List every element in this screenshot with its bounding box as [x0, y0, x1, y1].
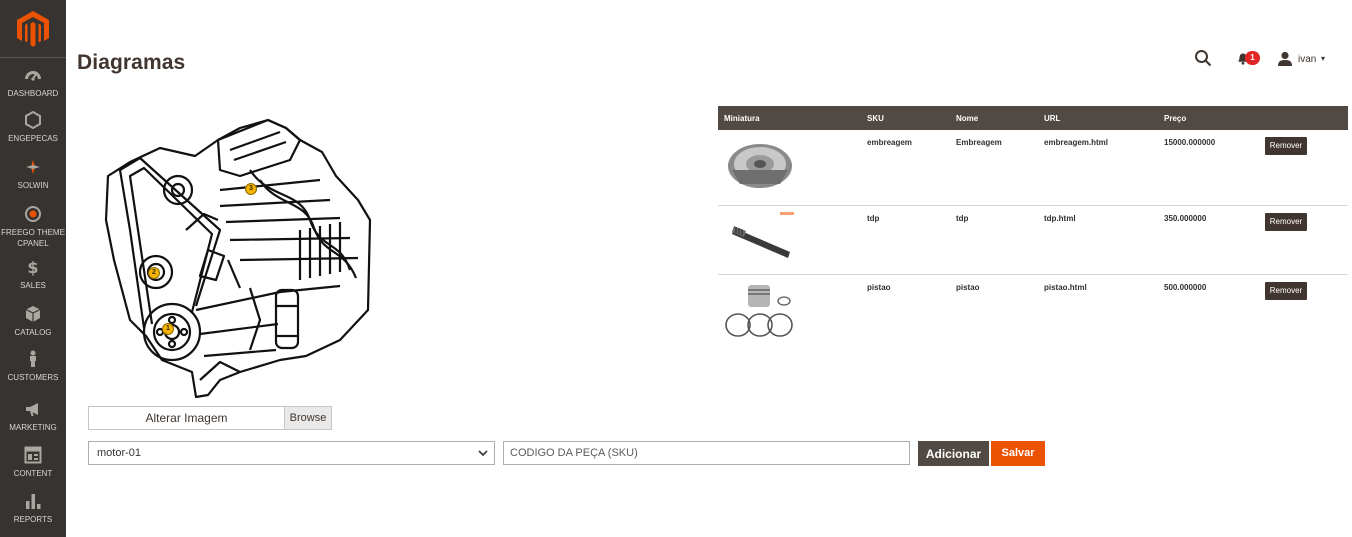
- notification-count-badge: 1: [1245, 51, 1260, 65]
- table-header: Miniatura SKU Nome URL Preço: [718, 106, 1348, 130]
- sidebar-divider: [0, 57, 66, 58]
- sidebar-item-reports[interactable]: REPORTS: [0, 492, 66, 525]
- sidebar-item-label: REPORTS: [13, 515, 53, 524]
- image-file-input[interactable]: Alterar Imagem Browse: [88, 406, 332, 430]
- row-name: tdp: [956, 214, 969, 223]
- table-row: embreagem Embreagem embreagem.html 15000…: [718, 130, 1348, 206]
- column-header-sku: SKU: [867, 114, 884, 123]
- caret-down-icon: ▾: [1321, 54, 1326, 63]
- row-price: 15000.000000: [1164, 138, 1216, 147]
- solwin-icon: [0, 158, 66, 176]
- sidebar-item-marketing[interactable]: MARKETING: [0, 400, 66, 433]
- user-name: ivan: [1298, 54, 1317, 65]
- row-url: embreagem.html: [1044, 138, 1109, 147]
- table-row: pistao pistao pistao.html 500.000000 Rem…: [718, 275, 1348, 351]
- diagram-pin-1[interactable]: 1: [162, 323, 174, 335]
- diagram-select[interactable]: motor-01: [88, 441, 495, 465]
- search-icon[interactable]: [1194, 49, 1212, 67]
- megaphone-icon: [0, 400, 66, 418]
- sidebar-item-engepecas[interactable]: ENGEPECAS: [0, 110, 66, 144]
- magento-logo-icon[interactable]: [17, 11, 49, 47]
- row-url: pistao.html: [1044, 283, 1087, 292]
- row-sku: tdp: [867, 214, 880, 223]
- sidebar-item-label: SOLWIN: [17, 181, 49, 190]
- sidebar-item-label: MARKETING: [9, 423, 57, 432]
- diagram-pin-3[interactable]: 3: [245, 183, 257, 195]
- box-icon: [0, 305, 66, 323]
- hexagon-icon: [0, 110, 66, 130]
- row-price: 350.000000: [1164, 214, 1207, 223]
- sidebar-item-label: SALES: [20, 281, 46, 290]
- row-url: tdp.html: [1044, 214, 1076, 223]
- user-icon: [1278, 51, 1292, 66]
- browse-button[interactable]: Browse: [284, 407, 331, 429]
- row-name: pistao: [956, 283, 980, 292]
- chevron-down-icon: [478, 450, 488, 457]
- remove-button[interactable]: Remover: [1265, 137, 1307, 155]
- person-icon: [0, 350, 66, 368]
- sku-input[interactable]: [503, 441, 910, 465]
- bar-chart-icon: [0, 492, 66, 510]
- column-header-price: Preço: [1164, 114, 1187, 123]
- sidebar-item-dashboard[interactable]: DASHBOARD: [0, 66, 66, 99]
- dollar-icon: $: [0, 258, 66, 277]
- row-sku: pistao: [867, 283, 891, 292]
- change-image-label: Alterar Imagem: [145, 411, 228, 425]
- sidebar-item-label: CUSTOMERS: [7, 373, 59, 382]
- sidebar-item-label: CATALOG: [14, 328, 52, 337]
- dashboard-icon: [0, 66, 66, 84]
- sidebar-item-customers[interactable]: CUSTOMERS: [0, 350, 66, 383]
- column-header-thumbnail: Miniatura: [724, 114, 760, 123]
- add-button[interactable]: Adicionar: [918, 441, 989, 466]
- column-header-url: URL: [1044, 114, 1061, 123]
- page-title: Diagramas: [77, 51, 186, 74]
- save-button[interactable]: Salvar: [991, 441, 1045, 466]
- engine-diagram: 1 2 3: [100, 110, 375, 402]
- sidebar-item-solwin[interactable]: SOLWIN: [0, 158, 66, 191]
- sidebar-item-label: CONTENT: [13, 469, 53, 478]
- column-header-name: Nome: [956, 114, 979, 123]
- sidebar-item-catalog[interactable]: CATALOG: [0, 305, 66, 338]
- row-sku: embreagem: [867, 138, 912, 147]
- sidebar-item-label: FREEGO THEME CPANEL: [1, 228, 65, 248]
- table-row: tdp tdp tdp.html 350.000000 Remover: [718, 206, 1348, 275]
- remove-button[interactable]: Remover: [1265, 282, 1307, 300]
- layout-icon: [0, 446, 66, 464]
- row-price: 500.000000: [1164, 283, 1207, 292]
- engine-diagram-image: [104, 118, 372, 399]
- admin-sidebar: DASHBOARD ENGEPECAS SOLWIN FREEGO THEME …: [0, 0, 66, 537]
- sidebar-item-sales[interactable]: $ SALES: [0, 258, 66, 291]
- remove-button[interactable]: Remover: [1265, 213, 1307, 231]
- parts-table: Miniatura SKU Nome URL Preço embreagem E…: [718, 106, 1348, 351]
- svg-text:$: $: [27, 258, 38, 276]
- sidebar-item-label: ENGEPECAS: [8, 134, 58, 143]
- sidebar-item-freego-theme-cpanel[interactable]: FREEGO THEME CPANEL: [0, 205, 66, 249]
- diagram-select-value: motor-01: [97, 447, 142, 459]
- row-name: Embreagem: [956, 138, 1002, 147]
- clutch-thumbnail: [724, 136, 796, 196]
- pto-shaft-thumbnail: [724, 212, 796, 272]
- diagram-pin-2[interactable]: 2: [148, 267, 160, 279]
- target-icon: [0, 205, 66, 223]
- sidebar-item-content[interactable]: CONTENT: [0, 446, 66, 479]
- piston-thumbnail: [724, 281, 796, 341]
- sidebar-item-label: DASHBOARD: [7, 89, 59, 98]
